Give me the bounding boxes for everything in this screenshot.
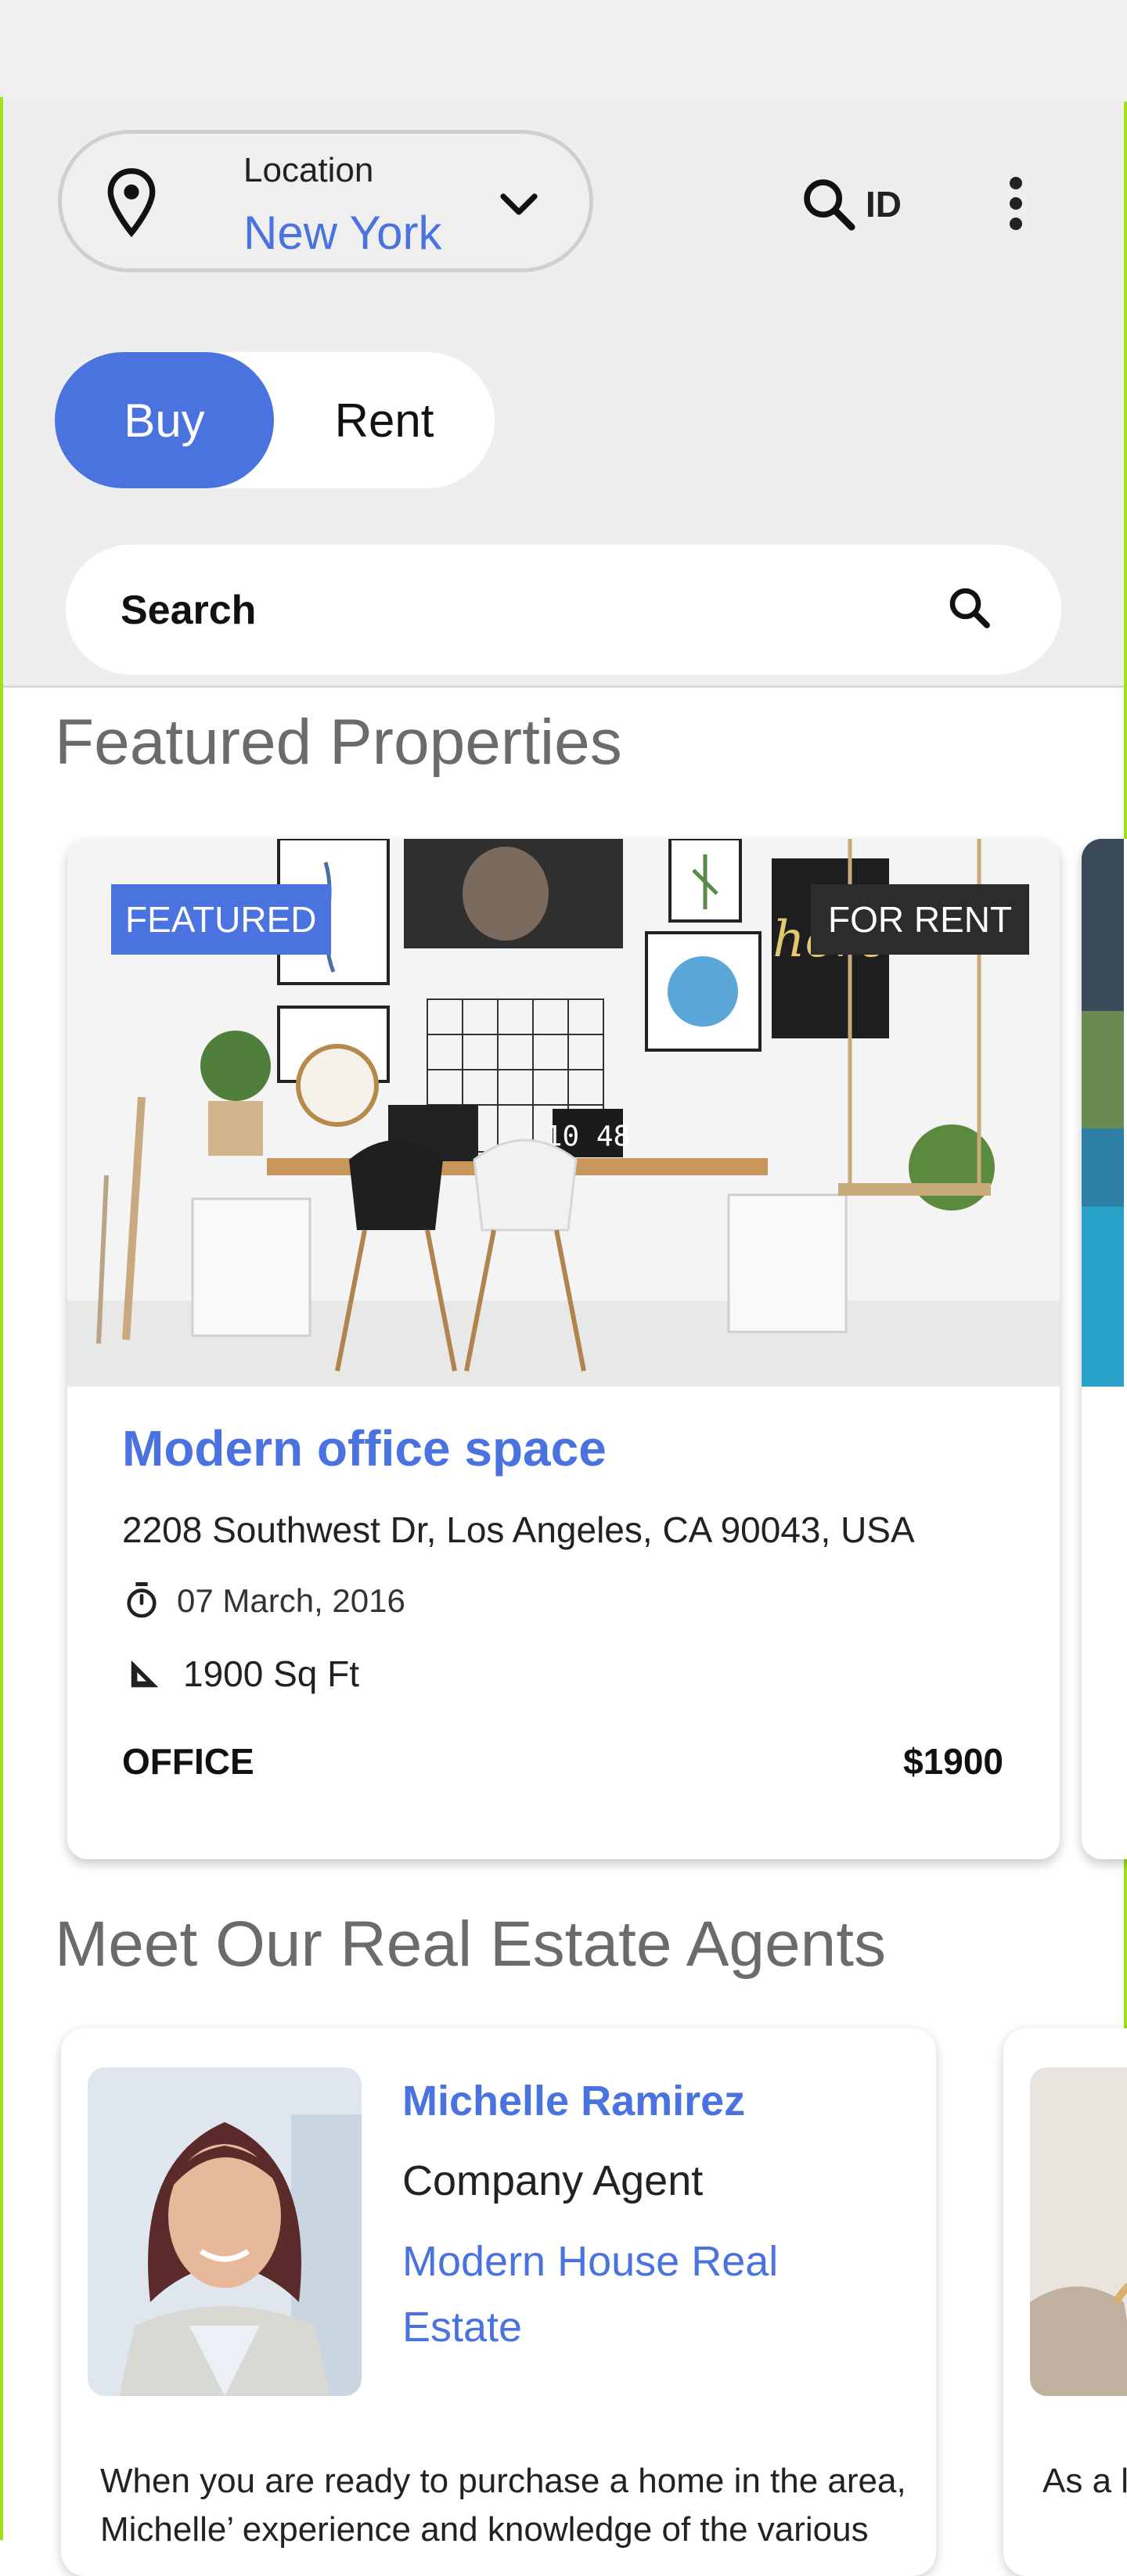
- property-title[interactable]: Modern office space: [122, 1419, 607, 1477]
- status-bar: [0, 0, 1127, 97]
- search-icon: [804, 179, 855, 231]
- location-pin-icon: [107, 167, 156, 237]
- buy-tab[interactable]: Buy: [55, 352, 274, 488]
- rent-tab[interactable]: Rent: [274, 352, 495, 488]
- agent-bio: When you are ready to purchase a home in…: [100, 2462, 906, 2549]
- search-bar[interactable]: Search: [66, 545, 1061, 675]
- search-by-id-button[interactable]: ID: [798, 171, 908, 236]
- property-card[interactable]: here 10 48: [67, 839, 1060, 1859]
- agent-bio: As a l 30 ye: [1042, 2462, 1127, 2500]
- app-screen: Location New York ID Buy Rent Search Fea…: [0, 0, 1127, 2576]
- status-badge: FOR RENT: [811, 884, 1030, 955]
- property-image: [1082, 839, 1124, 1387]
- agent-company[interactable]: Modern House Real Estate: [402, 2229, 872, 2360]
- buy-rent-toggle: Buy Rent: [55, 352, 495, 488]
- search-icon[interactable]: [944, 582, 996, 634]
- more-options-icon[interactable]: [1000, 174, 1032, 233]
- chevron-down-icon: [500, 193, 538, 215]
- property-card-next[interactable]: [1082, 839, 1127, 1859]
- agents-section-title: Meet Our Real Estate Agents: [55, 1909, 886, 1980]
- location-value: New York: [243, 207, 442, 259]
- search-input[interactable]: Search: [121, 587, 256, 634]
- agent-photo: [1030, 2067, 1127, 2396]
- search-id-label: ID: [866, 184, 902, 225]
- agent-role: Company Agent: [402, 2157, 704, 2204]
- property-type: OFFICE: [122, 1741, 254, 1782]
- property-price: $1900: [903, 1741, 1003, 1782]
- location-label: Location: [243, 151, 374, 189]
- property-address: 2208 Southwest Dr, Los Angeles, CA 90043…: [122, 1509, 915, 1550]
- property-date: 07 March, 2016: [177, 1582, 405, 1619]
- area-ruler-icon: [131, 1660, 159, 1688]
- location-selector[interactable]: Location New York: [58, 130, 593, 272]
- agent-name[interactable]: Michelle Ramirez: [402, 2077, 745, 2125]
- agent-card-next[interactable]: As a l 30 ye: [1003, 2028, 1127, 2576]
- featured-section-title: Featured Properties: [55, 707, 622, 778]
- agent-photo: [88, 2067, 362, 2396]
- stopwatch-icon: [127, 1582, 157, 1618]
- frame-border-left: [0, 97, 3, 2540]
- featured-badge: FEATURED: [111, 884, 331, 955]
- header-divider: [3, 685, 1124, 688]
- agent-card[interactable]: Michelle Ramirez Company Agent Modern Ho…: [61, 2028, 936, 2576]
- property-area: 1900 Sq Ft: [183, 1653, 360, 1694]
